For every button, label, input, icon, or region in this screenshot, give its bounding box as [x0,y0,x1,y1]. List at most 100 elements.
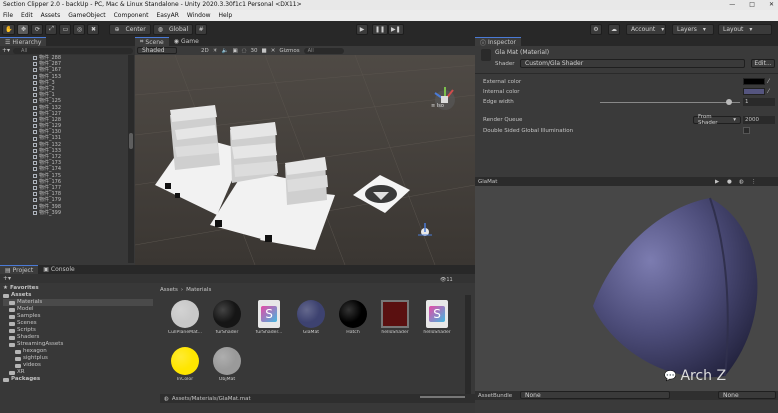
assetbundle-variant-dropdown[interactable]: None [718,391,776,399]
scale-tool-icon[interactable]: ⤢ [45,23,58,35]
project-tree-item[interactable]: Model [3,306,153,313]
render-queue-field[interactable]: 2000 [743,116,775,124]
mode-2d-toggle[interactable]: 2D [201,48,209,54]
audio-icon[interactable]: 🔈 [222,48,229,54]
preview-light-icon[interactable]: ● [727,179,732,185]
menu-help[interactable]: Help [219,12,233,19]
tab-project[interactable]: ▤ Project [0,265,39,274]
layout-dropdown[interactable]: Layout ▾ [718,23,772,35]
tab-hierarchy[interactable]: ☰ Hierarchy [0,37,47,46]
asset-item[interactable]: GlaMat [291,300,331,335]
layers-dropdown[interactable]: Layers ▾ [672,23,714,35]
hierarchy-scrollbar[interactable] [128,55,134,263]
add-asset-icon[interactable]: +▾ [3,275,11,282]
lighting-icon[interactable]: ☀ [213,48,218,54]
hand-tool-icon[interactable]: ✋ [2,23,16,35]
add-icon[interactable]: +▾ [2,47,10,54]
effects-icon[interactable]: ▣ [233,48,238,54]
edge-width-field[interactable]: 1 [743,98,775,106]
play-button[interactable]: ▶ [356,23,368,35]
tools-icon[interactable]: ✕ [271,48,276,54]
tab-game[interactable]: ◉ Game [169,37,204,46]
preview-settings-icon[interactable]: ⋮ [751,179,757,185]
double-sided-gi-checkbox[interactable] [743,127,750,134]
asset-item[interactable]: helloShader [375,300,415,335]
project-tree-item[interactable]: videos [3,362,153,369]
shading-mode-dropdown[interactable]: Shaded [137,47,177,54]
asset-item[interactable]: Hatch [333,300,373,335]
space-toggle[interactable]: ◍ Global [152,23,194,35]
menu-window[interactable]: Window [187,12,211,19]
asset-item[interactable]: ShelloShader [417,300,457,335]
grid-snap-icon[interactable]: # [195,23,208,35]
project-tree-item[interactable]: Scenes [3,320,153,327]
hidden-objects-icon[interactable]: ◌ [242,48,247,54]
maximize-button[interactable]: □ [749,0,755,10]
asset-item[interactable]: CullPlaneMat... [165,300,205,335]
transform-tool-icon[interactable]: ◎ [73,23,86,35]
gizmos-dropdown[interactable]: Gizmos [279,48,299,54]
collab-icon[interactable]: ⚙ [590,23,602,35]
account-dropdown[interactable]: Account ▾ [626,23,666,35]
menu-gameobject[interactable]: GameObject [68,12,105,19]
minimize-button[interactable]: — [729,0,735,10]
menu-assets[interactable]: Assets [41,12,61,19]
pause-button[interactable]: ❚❚ [372,23,389,35]
pivot-toggle[interactable]: ⊕ Center [109,23,151,35]
project-tree-item[interactable]: Shaders [3,334,153,341]
project-tree-item[interactable]: Packages [3,376,153,383]
rect-tool-icon[interactable]: ▭ [59,23,72,35]
project-tree-item[interactable]: Samples [3,313,153,320]
asset-scrollbar[interactable] [465,295,471,395]
menu-edit[interactable]: Edit [21,12,33,19]
hierarchy-item[interactable]: 物件_399 [33,210,128,216]
project-tree-item[interactable]: ★ Favorites [3,285,153,292]
shader-dropdown[interactable]: Custom/Gla Shader [520,59,745,68]
rotate-tool-icon[interactable]: ⟳ [31,23,44,35]
preview-shape-icon[interactable]: ◍ [739,179,744,185]
menu-file[interactable]: File [3,12,13,19]
tab-inspector[interactable]: ⓘ Inspector [475,37,522,47]
cloud-icon[interactable]: ☁ [608,23,620,35]
scene-search-input[interactable]: All [303,47,344,54]
assetbundle-dropdown[interactable]: None [520,391,670,399]
asset-item[interactable]: SfurShader... [249,300,289,335]
step-button[interactable]: ▶❚ [388,23,404,35]
hierarchy-scroll-thumb[interactable] [129,133,133,149]
camera-icon[interactable]: ■ [262,48,267,54]
tab-scene[interactable]: ⌗ Scene [135,37,169,46]
project-tree-item[interactable]: sightplus [3,355,153,362]
tab-console[interactable]: ▣ Console [38,265,80,274]
edit-shader-button[interactable]: Edit... [751,59,775,68]
menu-component[interactable]: Component [114,12,149,19]
breadcrumb-assets[interactable]: Assets [160,287,178,293]
edge-width-slider[interactable] [600,102,740,103]
projection-label[interactable]: ≡ Iso [431,103,444,109]
custom-tool-icon[interactable]: ✖ [87,23,100,35]
asset-item[interactable]: furShader [207,300,247,335]
menu-easyar[interactable]: EasyAR [156,12,178,19]
assetbundle-variant-value: None [723,391,739,399]
scene-viewport[interactable] [135,55,475,265]
play-preview-icon[interactable]: ▶ [715,179,719,185]
project-tree-item[interactable]: Materials [3,299,153,306]
move-tool-icon[interactable]: ✥ [17,23,30,35]
eyedropper-icon[interactable]: ⁄ [768,88,769,95]
external-color-swatch[interactable] [743,78,765,85]
asset-item[interactable]: ObjMat [207,347,247,382]
render-queue-dropdown[interactable]: From Shader ▾ [693,114,741,126]
material-preview[interactable] [475,186,778,391]
asset-item[interactable]: InColor [165,347,205,382]
internal-color-swatch[interactable] [743,88,765,95]
icon-size-slider[interactable] [420,396,465,398]
project-tree-item[interactable]: XR [3,369,153,376]
close-button[interactable]: ✕ [769,0,774,10]
eyedropper-icon[interactable]: ⁄ [768,78,769,85]
project-tree-item[interactable]: StreamingAssets [3,341,153,348]
edge-width-slider-handle[interactable] [725,99,732,105]
project-tree-item[interactable]: hexagon [3,348,153,355]
project-tree-item[interactable]: Scripts [3,327,153,334]
project-tree-item[interactable]: Assets [3,292,153,299]
hierarchy-search-input[interactable]: All [13,47,133,54]
breadcrumb-materials[interactable]: Materials [186,287,211,293]
